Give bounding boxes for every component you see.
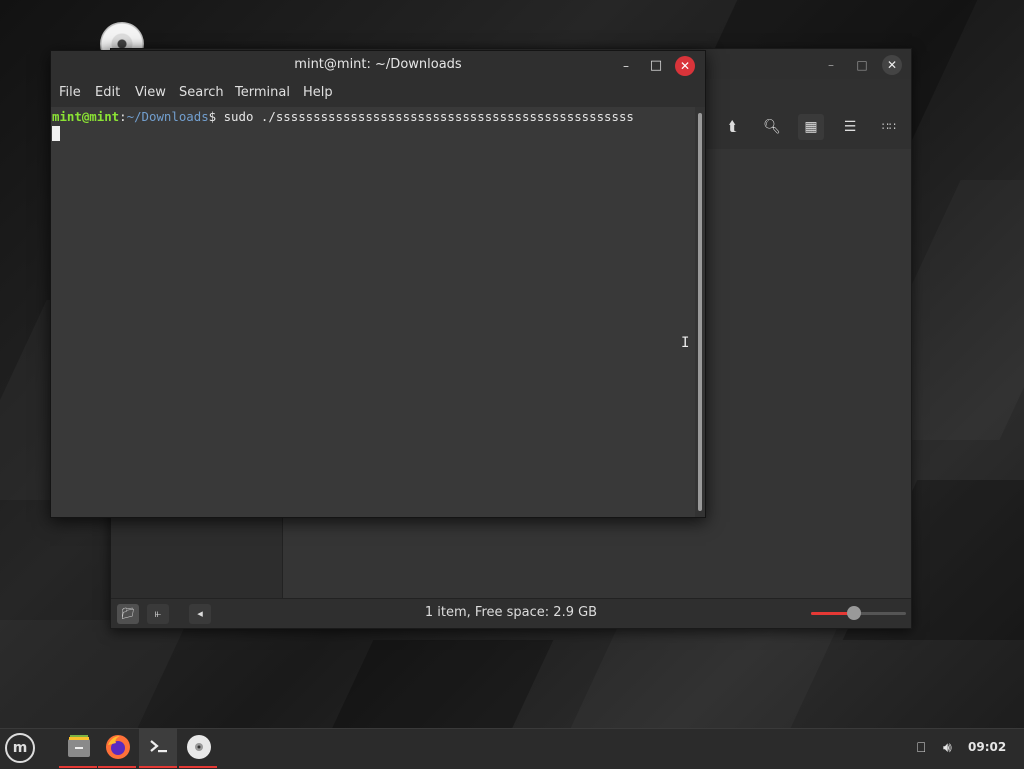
files-icon [68, 735, 90, 757]
status-text: 1 item, Free space: 2.9 GB [424, 605, 598, 620]
taskbar-terminal[interactable] [139, 728, 177, 768]
menu-search[interactable]: Search [179, 85, 224, 100]
terminal-scrollbar[interactable] [695, 107, 705, 517]
compact-view-icon[interactable]: ∷∷ [876, 114, 902, 140]
terminal-titlebar[interactable]: mint@mint: ~/Downloads – □ ✕ [51, 51, 705, 79]
scrollbar-thumb[interactable] [698, 113, 702, 511]
list-view-icon[interactable]: ☰ [837, 114, 863, 140]
taskbar-disc[interactable] [179, 728, 217, 768]
fm-close-button[interactable]: ✕ [882, 55, 902, 75]
window-title: mint@mint: ~/Downloads [294, 57, 462, 72]
prompt-separator: : [119, 109, 127, 124]
menu-terminal[interactable]: Terminal [235, 85, 290, 100]
terminal-screen[interactable]: mint@mint:~/Downloads$ sudo ./ssssssssss… [51, 107, 695, 517]
clock[interactable]: 09:02 [968, 740, 1006, 754]
prompt-user: mint@mint [52, 109, 120, 124]
linux-mint-menu-icon[interactable]: m [5, 733, 35, 763]
fm-maximize-button[interactable]: □ [852, 55, 872, 75]
close-button[interactable]: ✕ [675, 56, 695, 76]
command-text: sudo ./sssssssssssssssssssssssssssssssss… [216, 109, 634, 124]
firefox-icon [106, 735, 130, 759]
network-icon[interactable]: ⎕ [917, 740, 925, 756]
maximize-button[interactable]: □ [646, 56, 666, 76]
menu-view[interactable]: View [135, 85, 166, 100]
toggle-location-icon[interactable]: ⮬ [720, 114, 746, 140]
terminal-icon [150, 740, 167, 753]
fm-minimize-button[interactable]: – [821, 55, 841, 75]
search-icon[interactable]: 🔍︎ [759, 114, 785, 140]
terminal-line: mint@mint:~/Downloads$ sudo ./ssssssssss… [52, 108, 634, 125]
menubar: File Edit View Search Terminal Help [51, 79, 705, 107]
mouse-ibeam-cursor-icon: I [681, 335, 690, 351]
zoom-slider-handle[interactable] [846, 606, 861, 620]
text-cursor [52, 126, 60, 141]
disc-icon [187, 735, 211, 759]
terminal-window[interactable]: mint@mint: ~/Downloads – □ ✕ File Edit V… [50, 50, 706, 518]
minimize-button[interactable]: – [616, 56, 636, 76]
file-manager-statusbar: 📁︎ ⫦ ◂ 1 item, Free space: 2.9 GB [111, 598, 911, 628]
prompt-path: ~/Downloads [126, 109, 209, 124]
menu-file[interactable]: File [59, 85, 81, 100]
menu-edit[interactable]: Edit [95, 85, 120, 100]
menu-help[interactable]: Help [303, 85, 333, 100]
volume-icon[interactable]: 🔊︎ [943, 740, 952, 756]
zoom-slider[interactable] [811, 606, 906, 620]
icon-view-icon[interactable]: ▦ [798, 114, 824, 140]
taskbar-firefox[interactable] [98, 728, 136, 768]
taskbar-files[interactable] [59, 728, 97, 768]
